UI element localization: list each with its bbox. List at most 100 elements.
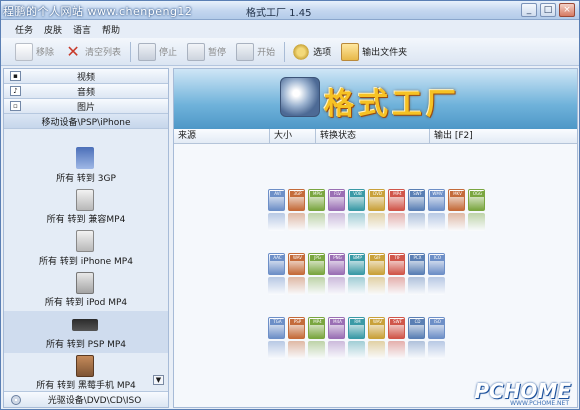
- jpg-format-icon[interactable]: JPG: [308, 253, 325, 297]
- iso-format-icon[interactable]: ISO: [428, 317, 445, 361]
- column-output[interactable]: 输出 [F2]: [430, 129, 577, 143]
- wav-format-icon[interactable]: WAV: [288, 253, 305, 297]
- format-icon-tag: MPG: [310, 191, 325, 197]
- wmv-format-icon[interactable]: WMV: [428, 189, 445, 233]
- swf-format-icon[interactable]: SWF: [388, 317, 405, 361]
- tif-format-icon[interactable]: TIF: [388, 253, 405, 297]
- bmp-format-icon[interactable]: BMP: [348, 253, 365, 297]
- ipod-icon: [76, 271, 94, 294]
- category-video[interactable]: ▪ 视频: [4, 69, 168, 84]
- format-icon-body: ICO: [428, 253, 445, 275]
- format-icon-reflection: [308, 277, 325, 295]
- list-item-ipod[interactable]: 所有 转到 iPod MP4: [4, 270, 168, 312]
- format-icon-body: PCX: [408, 253, 425, 275]
- format-icon-body: MP4: [308, 317, 325, 339]
- psp-format-icon[interactable]: PSP: [288, 317, 305, 361]
- list-item-label: 所有 转到 iPod MP4: [44, 298, 128, 308]
- remove-button[interactable]: 移除: [11, 41, 58, 63]
- format-icon-tag: PNG: [330, 255, 345, 261]
- format-icon-body: TIF: [388, 253, 405, 275]
- list-item-iphone[interactable]: 所有 转到 iPhone MP4: [4, 228, 168, 270]
- title-bar[interactable]: 程鹏的个人网站 www.chenpeng12 格式工厂 1.45 _ □ ×: [1, 1, 579, 20]
- format-icon-tag: AVI: [270, 191, 285, 197]
- format-icon-body: 3GP: [288, 189, 305, 211]
- main-panel: 格式工厂 来源 大小 转换状态 输出 [F2] AVI 3GP MPG FLV VOB D…: [173, 68, 578, 408]
- list-item-blackberry[interactable]: 所有 转到 黑莓手机 MP4: [4, 353, 168, 395]
- list-item-3gp[interactable]: 所有 转到 3GP: [4, 145, 168, 187]
- format-icon-tag: WAV: [370, 319, 385, 325]
- menu-help[interactable]: 帮助: [102, 23, 120, 36]
- mpg-format-icon[interactable]: MPG: [308, 189, 325, 233]
- minimize-button[interactable]: _: [521, 3, 537, 17]
- start-icon: [236, 42, 255, 61]
- format-icon-tag: PSP: [290, 319, 305, 325]
- menu-skin[interactable]: 皮肤: [44, 23, 62, 36]
- pcx-format-icon[interactable]: PCX: [408, 253, 425, 297]
- category-image[interactable]: ▫ 图片: [4, 99, 168, 114]
- aac-format-icon[interactable]: AAC: [268, 253, 285, 297]
- m4a-format-icon[interactable]: M4A: [328, 317, 345, 361]
- pause-button[interactable]: 暂停: [183, 41, 230, 63]
- stop-button[interactable]: 停止: [134, 41, 181, 63]
- format-icon-reflection: [388, 213, 405, 231]
- scroll-down-button[interactable]: ▼: [153, 375, 164, 385]
- format-icon-tag: 3GP: [290, 191, 305, 197]
- tga-format-icon[interactable]: TGA: [268, 317, 285, 361]
- mp4-format-icon[interactable]: MP4: [308, 317, 325, 361]
- gif-format-icon[interactable]: GIF: [368, 253, 385, 297]
- column-status[interactable]: 转换状态: [316, 129, 430, 143]
- category-disc[interactable]: 光驱设备\DVD\CD\ISO: [4, 391, 168, 407]
- sidebar: ▪ 视频 ♪ 音频 ▫ 图片 移动设备\PSP\iPhone 所有 转到 3GP…: [3, 68, 169, 408]
- options-button[interactable]: 选项: [288, 41, 335, 63]
- column-source[interactable]: 来源: [174, 129, 270, 143]
- column-size[interactable]: 大小: [270, 129, 316, 143]
- format-icon-body: VOB: [348, 189, 365, 211]
- format-icon-body: SWF: [388, 317, 405, 339]
- format-icon-reflection: [268, 277, 285, 295]
- output-folder-button[interactable]: 输出文件夹: [337, 41, 411, 63]
- category-mobile[interactable]: 移动设备\PSP\iPhone: [4, 114, 168, 129]
- rm-format-icon[interactable]: RM: [348, 317, 365, 361]
- list-item-label: 所有 转到 3GP: [56, 173, 116, 184]
- dvd-format-icon[interactable]: DVD: [368, 189, 385, 233]
- cd-format-icon[interactable]: CD: [408, 317, 425, 361]
- png-format-icon[interactable]: PNG: [328, 253, 345, 297]
- wav-format-icon[interactable]: WAV: [368, 317, 385, 361]
- format-icon-body: BMP: [348, 253, 365, 275]
- avi-format-icon[interactable]: AVI: [268, 189, 285, 233]
- format-icon-tag: ISO: [430, 319, 445, 325]
- format-icon-body: SWF: [408, 189, 425, 211]
- banner-title: 格式工厂: [324, 87, 460, 122]
- format-icon-reflection: [308, 213, 325, 231]
- category-label: 视频: [76, 72, 95, 83]
- ogg-format-icon[interactable]: OGG: [468, 189, 485, 233]
- video-icon: ▪: [10, 71, 21, 81]
- mp4-icon: [76, 188, 94, 211]
- menu-task[interactable]: 任务: [15, 23, 33, 36]
- ico-format-icon[interactable]: ICO: [428, 253, 445, 297]
- format-icon-tag: TIF: [390, 255, 405, 261]
- remove-label: 移除: [36, 48, 55, 58]
- start-button[interactable]: 开始: [232, 41, 279, 63]
- format-icon-reflection: [328, 341, 345, 359]
- format-icon-body: AVI: [268, 189, 285, 211]
- app-logo-icon: [280, 77, 320, 117]
- vob-format-icon[interactable]: VOB: [348, 189, 365, 233]
- format-icon-reflection: [348, 341, 365, 359]
- mkv-format-icon[interactable]: MKV: [448, 189, 465, 233]
- swf-format-icon[interactable]: SWF: [408, 189, 425, 233]
- clear-list-button[interactable]: ✕ 清空列表: [60, 41, 125, 63]
- category-audio[interactable]: ♪ 音频: [4, 84, 168, 99]
- 3gp-format-icon[interactable]: 3GP: [288, 189, 305, 233]
- format-icon-reflection: [328, 277, 345, 295]
- menu-language[interactable]: 语言: [73, 23, 91, 36]
- close-button[interactable]: ×: [559, 3, 575, 17]
- category-label: 图片: [76, 102, 95, 113]
- list-item-psp[interactable]: 所有 转到 PSP MP4: [4, 311, 168, 353]
- maximize-button[interactable]: □: [540, 3, 556, 17]
- mp4-format-icon[interactable]: MP4: [388, 189, 405, 233]
- format-icon-body: AAC: [268, 253, 285, 275]
- list-item-mp4[interactable]: 所有 转到 兼容MP4: [4, 187, 168, 229]
- flv-format-icon[interactable]: FLV: [328, 189, 345, 233]
- format-icon-tag: ICO: [430, 255, 445, 261]
